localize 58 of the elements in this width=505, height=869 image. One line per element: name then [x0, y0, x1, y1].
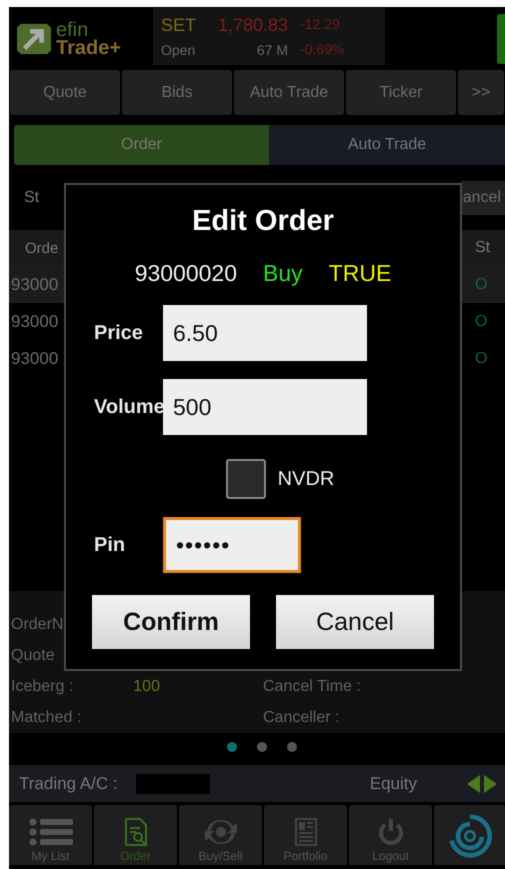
- dialog-button[interactable]: Cancel: [276, 595, 434, 649]
- page-dot[interactable]: [257, 742, 267, 752]
- field-label: Volume: [93, 396, 163, 418]
- segment-tab[interactable]: Order: [14, 125, 269, 165]
- checkbox-label: NVDR: [278, 468, 334, 490]
- account-label: Trading A/C :: [19, 774, 118, 794]
- table-cell-text: O: [475, 276, 488, 294]
- tab[interactable]: Quote: [10, 70, 120, 115]
- tab[interactable]: Bids: [122, 70, 232, 115]
- pin-field[interactable]: ••••••: [163, 517, 301, 573]
- detail-label: Canceller :: [263, 708, 340, 726]
- order-number: 93000020: [134, 260, 238, 287]
- filter-label: St: [23, 189, 40, 207]
- table-cell-text: O: [475, 312, 488, 330]
- order-symbol: TRUE: [328, 260, 392, 287]
- toolbar-button[interactable]: ancel: [460, 181, 505, 215]
- index-volume: 67 M: [256, 42, 288, 58]
- index-name: SET: [161, 15, 196, 36]
- detail-label: Cancel Time :: [263, 678, 361, 696]
- column-header: St: [475, 239, 492, 257]
- dialog-button[interactable]: Confirm: [92, 595, 250, 649]
- field-label: Pin: [93, 534, 126, 556]
- tab[interactable]: Ticker: [346, 70, 456, 115]
- table-cell-text: 93000: [10, 348, 58, 368]
- account-field[interactable]: [136, 774, 210, 794]
- detail-label: Matched :: [11, 708, 82, 726]
- detail-label: Quote: [11, 646, 55, 664]
- logo-icon: [14, 22, 54, 56]
- detail-label: OrderN: [11, 616, 64, 634]
- page-dot[interactable]: [227, 742, 237, 752]
- input-field[interactable]: 500: [163, 379, 367, 435]
- field-label: Price: [93, 322, 144, 344]
- list-icon: [28, 818, 72, 846]
- column-header: Orde: [24, 240, 58, 256]
- detail-label: Iceberg :: [11, 678, 74, 696]
- logo-text: Trade+: [56, 38, 122, 56]
- index-change: -12.29: [300, 16, 341, 32]
- checkbox[interactable]: [226, 459, 266, 499]
- dialog-title: Edit Order: [192, 205, 334, 238]
- nav-button[interactable]: [434, 805, 505, 865]
- tab[interactable]: Auto Trade: [234, 70, 344, 115]
- index-value: 1,780.83: [218, 15, 288, 36]
- table-cell-text: 93000: [10, 274, 58, 294]
- nav-button[interactable]: Order: [94, 805, 177, 865]
- table-cell-text: 93000: [10, 312, 58, 332]
- page-dot[interactable]: [287, 742, 297, 752]
- account-type: Equity: [370, 774, 417, 794]
- input-field[interactable]: 6.50: [163, 305, 367, 361]
- logo-text: efin: [56, 20, 88, 38]
- market-status: Open: [161, 42, 196, 58]
- index-percent: -0.69%: [300, 40, 344, 57]
- segment-tab[interactable]: Auto Trade: [269, 125, 505, 165]
- spinner-icon: [446, 813, 492, 859]
- detail-value: 100: [133, 678, 160, 696]
- table-cell-text: O: [475, 350, 488, 368]
- left-right-arrows-icon[interactable]: [467, 774, 497, 792]
- order-side: Buy: [263, 260, 303, 287]
- tab[interactable]: >>: [458, 70, 504, 115]
